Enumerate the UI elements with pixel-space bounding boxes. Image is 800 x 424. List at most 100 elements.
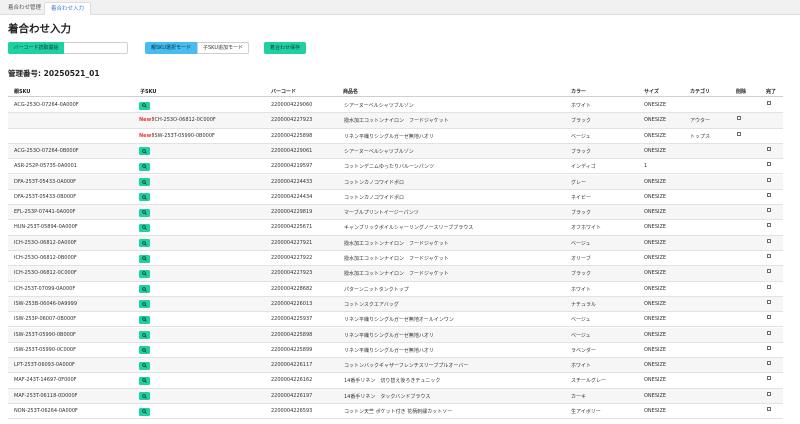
done-checkbox[interactable] — [767, 101, 771, 105]
done-checkbox[interactable] — [767, 254, 771, 258]
search-button[interactable] — [139, 376, 150, 385]
table-row: MAF-253T-06118-0D000F 2200004226197 14番手リネ… — [8, 388, 783, 404]
table-row: DFA-253T-05433-0A000F 2200004224433 コットンカノ… — [8, 174, 783, 190]
new-badge: New! — [139, 132, 154, 139]
done-checkbox[interactable] — [767, 391, 771, 396]
tab-management[interactable]: 着合わせ管理 — [2, 2, 47, 15]
done-checkbox[interactable] — [767, 330, 771, 335]
barcode-input[interactable] — [64, 42, 128, 54]
done-checkbox[interactable] — [767, 223, 771, 228]
cell-color: ベージュ — [571, 240, 591, 247]
done-checkbox[interactable] — [767, 238, 771, 243]
cell-parent-sku: LPT-253T-06093-0A000F — [14, 362, 75, 369]
search-button[interactable] — [139, 315, 150, 324]
search-button[interactable] — [139, 208, 150, 217]
cell-parent-sku: ACG-253O-07264-0A000F — [14, 102, 79, 108]
done-checkbox[interactable] — [767, 299, 771, 304]
parent-sku-mode-button[interactable]: 親SKU選択モード — [145, 42, 197, 54]
search-button[interactable] — [139, 346, 150, 355]
cell-barcode: 2200004225898 — [271, 132, 313, 139]
done-checkbox[interactable] — [767, 162, 771, 167]
header-child-sku: 子SKU — [140, 89, 157, 95]
done-checkbox[interactable] — [767, 208, 771, 213]
search-button[interactable] — [139, 361, 150, 370]
done-checkbox[interactable] — [767, 376, 771, 381]
cell-color: 生アイボリー — [571, 409, 601, 415]
cell-color: インディゴ — [571, 164, 596, 171]
cell-product-name: シアーヌーベルシャツブルゾン — [344, 103, 414, 109]
done-checkbox[interactable] — [767, 177, 771, 182]
child-sku-mode-button[interactable]: 子SKU追加モード — [197, 42, 249, 54]
done-checkbox[interactable] — [767, 361, 771, 366]
done-checkbox[interactable] — [767, 192, 771, 197]
search-button[interactable] — [139, 178, 150, 186]
cell-barcode: 2200004229061 — [271, 147, 313, 154]
search-button[interactable] — [139, 223, 150, 232]
cell-color: ラベンダー — [571, 347, 597, 354]
cell-color: ホワイト — [571, 103, 592, 109]
table-row: New! ISW-253T-05990-0B000F 2200004225898 リネ… — [8, 128, 783, 144]
cell-color: グレー — [571, 179, 587, 186]
search-button[interactable] — [139, 407, 150, 416]
save-button[interactable]: 着合わせ保存 — [264, 42, 306, 54]
cell-size: ONESIZE — [644, 193, 667, 200]
cell-product-name: コットン天竺 ポケット付き 花柄刺繍カットソー — [344, 409, 453, 415]
cell-color: ベージュ — [571, 332, 591, 339]
cell-size: ONESIZE — [644, 132, 667, 139]
cell-product-name: コットンデニムゆったりバルーンパンツ — [344, 164, 435, 171]
done-checkbox[interactable] — [767, 407, 771, 411]
cell-barcode: 2200004219597 — [271, 163, 313, 170]
cell-product-name: リネン平織りシングルガーゼ無地ハオリ — [344, 332, 434, 339]
search-button[interactable] — [139, 331, 150, 339]
cell-color: スチールグレー — [571, 378, 607, 385]
cell-barcode: 2200004226013 — [271, 300, 313, 307]
cell-barcode: 2200004227923 — [271, 270, 313, 277]
cell-barcode: 2200004228682 — [271, 285, 313, 292]
search-button[interactable] — [139, 392, 150, 401]
cell-color: ブラック — [571, 210, 592, 217]
cell-barcode: 2200004226593 — [271, 408, 313, 414]
table-row: ACG-253O-07264-0B000F 2200004229061 シアーヌーベ… — [8, 143, 783, 160]
search-button[interactable] — [139, 269, 150, 278]
search-button[interactable] — [139, 300, 150, 309]
search-button[interactable] — [139, 239, 150, 248]
cell-barcode: 2200004226162 — [271, 377, 313, 384]
search-button[interactable] — [139, 193, 150, 202]
barcode-scan-button[interactable]: バーコード読取開始 — [8, 42, 64, 54]
cell-product-name: コットンカノコワイドポロ — [344, 179, 405, 186]
table-row: ISW-253T-05990-0B000F 2200004225898 リネン平織り… — [8, 327, 783, 343]
cell-color: ナチュラル — [571, 301, 597, 308]
done-checkbox[interactable] — [767, 345, 771, 350]
done-checkbox[interactable] — [767, 146, 771, 151]
search-button[interactable] — [139, 101, 150, 110]
done-checkbox[interactable] — [767, 284, 771, 289]
cell-barcode: 2200004225937 — [271, 316, 313, 323]
done-checkbox[interactable] — [767, 315, 771, 320]
table-row: ICH-253O-06812-0B000F 2200004227922 撥水加工コッ… — [8, 251, 783, 267]
delete-checkbox[interactable] — [737, 131, 741, 136]
tab-input[interactable]: 着合わせ入力 — [44, 2, 92, 15]
cell-product-name: パターンニットタンクトップ — [344, 286, 409, 293]
search-button[interactable] — [139, 254, 150, 263]
cell-size: ONESIZE — [644, 102, 667, 108]
cell-barcode: 2200004229060 — [271, 102, 313, 108]
search-button[interactable] — [139, 285, 150, 294]
delete-checkbox[interactable] — [737, 116, 741, 121]
table-row: New! ICH-253O-06812-0C000F 2200004227923 撥水… — [8, 113, 783, 129]
table-row: LPT-253T-06093-0A000F 2200004226117 コットンバッ… — [8, 358, 783, 374]
cell-parent-sku: MAF-253T-06118-0D000F — [14, 392, 78, 399]
cell-product-name: シアーヌーベルシャツブルゾン — [344, 148, 414, 155]
cell-parent-sku: ISW-253T-05990-0B000F — [14, 331, 76, 338]
cell-size: ONESIZE — [644, 377, 667, 384]
header-delete: 削除 — [736, 89, 747, 95]
cell-parent-sku: EFL-253P-07441-0A000F — [14, 209, 76, 216]
table-row: ACG-253O-07264-0A000F 2200004229060 シアーヌーベ… — [8, 98, 783, 114]
search-button[interactable] — [139, 162, 150, 171]
cell-size: ONESIZE — [644, 316, 667, 323]
done-checkbox[interactable] — [767, 269, 771, 274]
cell-barcode: 2200004224433 — [271, 178, 313, 185]
table-row: DFA-253T-05433-0B000F 2200004224434 コットンカノ… — [8, 189, 783, 206]
cell-barcode: 2200004227922 — [271, 255, 313, 261]
search-button[interactable] — [139, 147, 150, 156]
cell-size: ONESIZE — [644, 239, 667, 246]
